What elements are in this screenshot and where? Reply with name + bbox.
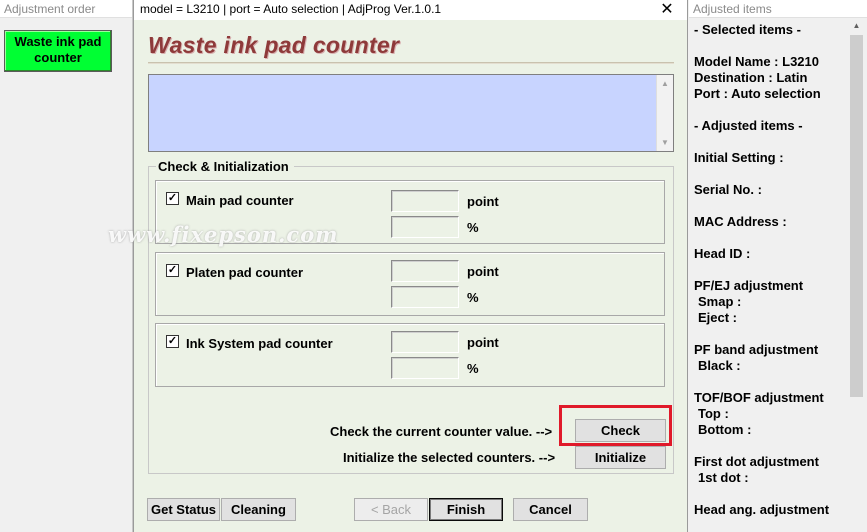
list-item: PF/EJ adjustment bbox=[694, 278, 804, 293]
message-textarea[interactable]: ▲ ▼ bbox=[148, 74, 674, 152]
adjustment-order-title: Adjustment order bbox=[0, 0, 132, 18]
check-hint-text: Check the current counter value. --> bbox=[330, 424, 553, 439]
list-item: Head ID : bbox=[694, 246, 751, 261]
list-item: PF band adjustment bbox=[694, 342, 819, 357]
adjusted-items-title: Adjusted items bbox=[689, 0, 867, 18]
waste-ink-pad-counter-label-2: counter bbox=[34, 50, 82, 65]
list-item: Top : bbox=[698, 406, 729, 421]
list-item: 1st dot : bbox=[698, 470, 749, 485]
adjusted-items-scrollbar[interactable]: ▲ bbox=[849, 18, 864, 532]
finish-button[interactable]: Finish bbox=[429, 498, 503, 521]
ink-system-pad-counter-group: ✓ Ink System pad counter point % bbox=[155, 323, 665, 387]
initialize-hint-text: Initialize the selected counters. --> bbox=[343, 450, 556, 465]
platen-pad-point-unit: point bbox=[467, 264, 499, 279]
main-pad-point-unit: point bbox=[467, 194, 499, 209]
platen-pad-checkbox[interactable]: ✓ bbox=[166, 264, 179, 277]
platen-pad-label: Platen pad counter bbox=[186, 265, 304, 280]
list-item: TOF/BOF adjustment bbox=[694, 390, 824, 405]
scroll-up-icon[interactable]: ▲ bbox=[657, 75, 673, 92]
check-button-highlight bbox=[559, 405, 672, 446]
adjusted-items-panel: Adjusted items - Selected items - Model … bbox=[689, 0, 867, 532]
waste-ink-pad-counter-label-1: Waste ink pad bbox=[14, 34, 102, 49]
list-item: Eject : bbox=[698, 310, 738, 325]
list-item: - Selected items - bbox=[694, 22, 801, 37]
list-item: MAC Address : bbox=[694, 214, 787, 229]
main-pad-point-field bbox=[391, 190, 459, 212]
waste-ink-pad-counter-button[interactable]: Waste ink pad counter bbox=[4, 30, 112, 72]
dialog-titlebar[interactable]: model = L3210 | port = Auto selection | … bbox=[134, 0, 687, 20]
initialize-button[interactable]: Initialize bbox=[575, 446, 666, 469]
ink-system-pad-point-unit: point bbox=[467, 335, 499, 350]
back-button[interactable]: < Back bbox=[354, 498, 428, 521]
list-item: Destination : Latin bbox=[694, 70, 808, 85]
get-status-button[interactable]: Get Status bbox=[147, 498, 220, 521]
platen-pad-percent-field bbox=[391, 286, 459, 308]
message-scrollbar[interactable]: ▲ ▼ bbox=[656, 75, 673, 151]
ink-system-pad-checkbox[interactable]: ✓ bbox=[166, 335, 179, 348]
list-item: Serial No. : bbox=[694, 182, 762, 197]
adjustment-order-panel: Adjustment order Waste ink pad counter bbox=[0, 0, 133, 532]
cleaning-button[interactable]: Cleaning bbox=[221, 498, 296, 521]
page-title: Waste ink pad counter bbox=[148, 32, 400, 58]
list-item: First dot adjustment bbox=[694, 454, 819, 469]
list-item: Model Name : L3210 bbox=[694, 54, 819, 69]
list-item: Head ang. adjustment bbox=[694, 502, 830, 517]
platen-pad-percent-unit: % bbox=[467, 290, 479, 305]
platen-pad-counter-group: ✓ Platen pad counter point % bbox=[155, 252, 665, 316]
main-pad-label: Main pad counter bbox=[186, 193, 294, 208]
ink-system-pad-label: Ink System pad counter bbox=[186, 336, 333, 351]
cancel-button[interactable]: Cancel bbox=[513, 498, 588, 521]
main-pad-percent-field bbox=[391, 216, 459, 238]
scrollbar-thumb[interactable] bbox=[850, 35, 863, 397]
close-icon[interactable]: ✕ bbox=[655, 0, 679, 20]
heading-divider bbox=[148, 62, 674, 64]
watermark-text: www.fixepson.com bbox=[108, 222, 339, 247]
ink-system-pad-percent-field bbox=[391, 357, 459, 379]
list-item: Port : Auto selection bbox=[694, 86, 821, 101]
groupbox-border bbox=[148, 166, 156, 167]
main-pad-percent-unit: % bbox=[467, 220, 479, 235]
list-item: - Adjusted items - bbox=[694, 118, 803, 133]
dialog-title: model = L3210 | port = Auto selection | … bbox=[140, 2, 442, 16]
scroll-up-icon[interactable]: ▲ bbox=[849, 18, 864, 34]
waste-ink-dialog: model = L3210 | port = Auto selection | … bbox=[133, 0, 688, 532]
main-pad-checkbox[interactable]: ✓ bbox=[166, 192, 179, 205]
list-item: Black : bbox=[698, 358, 741, 373]
ink-system-pad-percent-unit: % bbox=[467, 361, 479, 376]
ink-system-pad-point-field bbox=[391, 331, 459, 353]
platen-pad-point-field bbox=[391, 260, 459, 282]
groupbox-border bbox=[294, 166, 674, 167]
groupbox-title: Check & Initialization bbox=[156, 159, 291, 174]
scroll-down-icon[interactable]: ▼ bbox=[657, 134, 673, 151]
list-item: Smap : bbox=[698, 294, 742, 309]
list-item: Bottom : bbox=[698, 422, 752, 437]
list-item: Initial Setting : bbox=[694, 150, 784, 165]
